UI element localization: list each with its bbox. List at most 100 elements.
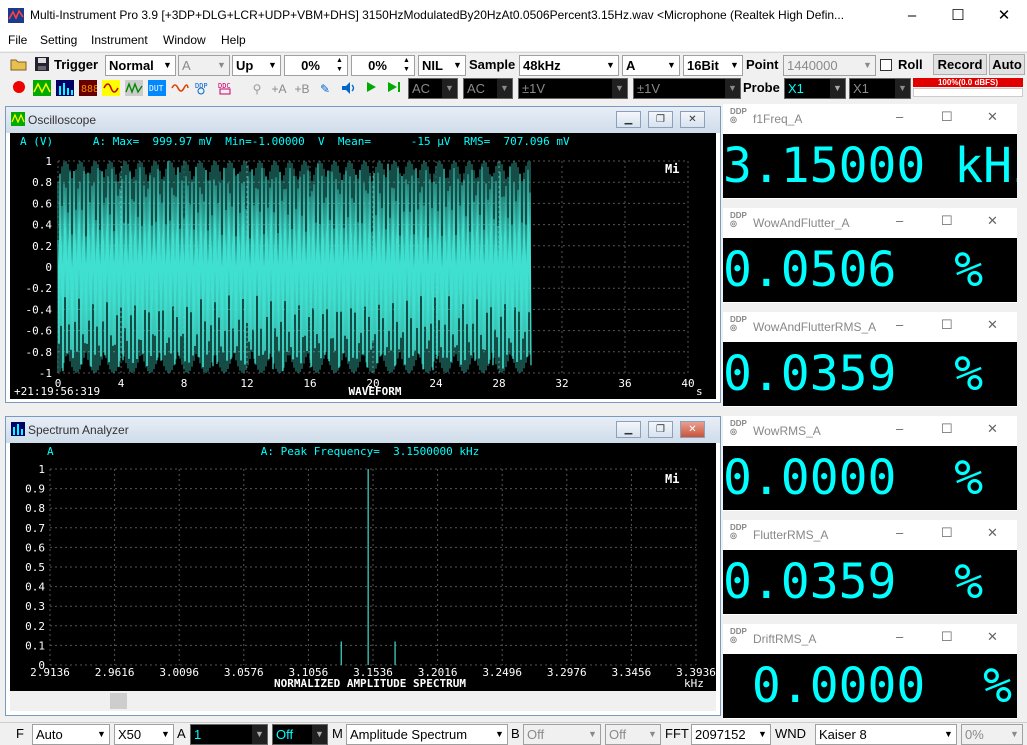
readout-titlebar[interactable]: DDP ◎ WowRMS_A – ☐ ✕	[723, 416, 1017, 446]
minimize-icon[interactable]: –	[896, 109, 903, 124]
x-tick-label: 32	[555, 377, 568, 390]
open-folder-icon[interactable]	[10, 56, 28, 74]
points-select[interactable]: 1440000 ▼	[783, 55, 876, 76]
b-state-select[interactable]: Off ▼	[605, 724, 661, 745]
restore-icon[interactable]: ❐	[648, 421, 673, 438]
ddc-icon[interactable]: DDC	[217, 80, 235, 98]
waveform-icon[interactable]	[171, 80, 189, 98]
oscilloscope-icon[interactable]	[33, 80, 51, 98]
auto-button[interactable]: Auto	[989, 54, 1025, 75]
close-icon[interactable]: ✕	[987, 317, 998, 333]
maximize-button[interactable]: ☐	[935, 0, 981, 31]
maximize-icon[interactable]: ☐	[941, 629, 953, 645]
play-step-icon[interactable]	[385, 80, 403, 98]
minimize-button[interactable]: –	[889, 0, 935, 31]
lock-a-icon[interactable]: +A	[270, 80, 288, 98]
readout-titlebar[interactable]: DDP ◎ f1Freq_A – ☐ ✕	[723, 104, 1017, 134]
window-fn-select[interactable]: Kaiser 8 ▼	[815, 724, 957, 745]
app-icon[interactable]	[8, 8, 24, 23]
trigger-mode-select[interactable]: Normal ▼	[105, 55, 176, 76]
maximize-icon[interactable]: ☐	[941, 421, 953, 437]
bits-select[interactable]: 16Bit ▼	[683, 55, 743, 76]
menu-file[interactable]: File	[8, 33, 27, 47]
menu-window[interactable]: Window	[163, 33, 206, 47]
close-icon[interactable]: ✕	[987, 213, 998, 229]
trigger-edge-select[interactable]: Up ▼	[232, 55, 281, 76]
trigger-delay-stepper[interactable]: 0% ▲ ▼	[351, 55, 415, 76]
play-icon[interactable]	[362, 80, 380, 98]
close-icon[interactable]: ✕	[987, 109, 998, 125]
minimize-icon[interactable]: –	[896, 421, 903, 436]
lock-b-icon[interactable]: +B	[293, 80, 311, 98]
b-value-select[interactable]: Off ▼	[523, 724, 601, 745]
trigger-source-select[interactable]: A ▼	[178, 55, 230, 76]
maximize-icon[interactable]: ☐	[941, 109, 953, 125]
probe-b-select[interactable]: X1 ▼	[849, 78, 911, 99]
close-icon[interactable]: ✕	[987, 525, 998, 541]
minimize-icon[interactable]: –	[896, 525, 903, 540]
restore-icon[interactable]: ❐	[648, 111, 673, 128]
readout-window: DDP ◎ WowRMS_A – ☐ ✕ 0.0000 %	[723, 416, 1017, 511]
freq-mode-select[interactable]: Auto ▼	[32, 724, 110, 745]
scrollbar-thumb[interactable]	[110, 693, 127, 709]
range-b-select[interactable]: ±1V ▼	[633, 78, 741, 99]
y-tick-label: -0.4	[26, 303, 53, 316]
roll-checkbox[interactable]	[880, 59, 892, 71]
fft-size-select[interactable]: 2097152 ▼	[691, 724, 771, 745]
speaker-icon[interactable]	[339, 80, 357, 98]
minimize-icon[interactable]: ▁	[616, 421, 641, 438]
calibrate-icon[interactable]: ✎	[316, 80, 334, 98]
menu-setting[interactable]: Setting	[40, 33, 77, 47]
trigger-level-stepper[interactable]: 0% ▲ ▼	[284, 55, 348, 76]
coupling-b-select[interactable]: AC ▼	[463, 78, 513, 99]
record-button[interactable]: Record	[933, 54, 987, 75]
range-a-select[interactable]: ±1V ▼	[518, 78, 628, 99]
dut-icon[interactable]: DUT	[148, 80, 166, 98]
maximize-icon[interactable]: ☐	[941, 317, 953, 333]
analysis-select[interactable]: Amplitude Spectrum ▼	[346, 724, 508, 745]
menu-help[interactable]: Help	[221, 33, 246, 47]
maximize-icon[interactable]: ☐	[941, 213, 953, 229]
coupling-a-select[interactable]: AC ▼	[408, 78, 458, 99]
stepper-icon[interactable]: ▲ ▼	[399, 56, 414, 75]
readout-titlebar[interactable]: DDP ◎ WowAndFlutterRMS_A – ☐ ✕	[723, 312, 1017, 342]
menu-instrument[interactable]: Instrument	[91, 33, 148, 47]
minimize-icon[interactable]: –	[896, 629, 903, 644]
close-button[interactable]: ✕	[981, 0, 1027, 31]
generator-icon[interactable]	[102, 80, 120, 98]
probe-a-select[interactable]: X1 ▼	[784, 78, 846, 99]
stepper-icon[interactable]: ▲ ▼	[332, 56, 347, 75]
spectrum-chart[interactable]: A A: Peak Frequency= 3.1500000 kHz Mi 1 0…	[10, 443, 716, 691]
maximize-icon[interactable]: ☐	[941, 525, 953, 541]
oscilloscope-titlebar[interactable]: Oscilloscope ▁ ❐ ✕	[6, 107, 720, 133]
a-value-select[interactable]: 1 ▼	[190, 724, 268, 745]
spectrum-plot[interactable]: A A: Peak Frequency= 3.1500000 kHz Mi 1 0…	[10, 443, 716, 691]
close-icon[interactable]: ✕	[680, 421, 705, 438]
channel-select[interactable]: A ▼	[622, 55, 680, 76]
minimize-icon[interactable]: ▁	[616, 111, 641, 128]
spectrum-titlebar[interactable]: Spectrum Analyzer ▁ ❐ ✕	[6, 417, 720, 443]
close-icon[interactable]: ✕	[680, 111, 705, 128]
zoom-select[interactable]: X50 ▼	[114, 724, 174, 745]
oscilloscope-plot[interactable]: A (V) A: Max= 999.97 mV Min=-1.00000 V M…	[10, 133, 716, 399]
oscilloscope-chart[interactable]: A (V) A: Max= 999.97 mV Min=-1.00000 V M…	[10, 133, 716, 399]
readout-titlebar[interactable]: DDP ◎ FlutterRMS_A – ☐ ✕	[723, 520, 1017, 550]
probe-icon[interactable]: ⚲	[248, 80, 266, 98]
spectrum-scrollbar[interactable]	[10, 691, 716, 711]
multimeter-icon[interactable]: 888	[79, 80, 99, 98]
overlap-select[interactable]: 0% ▼	[961, 724, 1023, 745]
a-state-select[interactable]: Off ▼	[272, 724, 328, 745]
save-icon[interactable]	[33, 56, 51, 74]
minimize-icon[interactable]: –	[896, 317, 903, 332]
readout-titlebar[interactable]: DDP ◎ WowAndFlutter_A – ☐ ✕	[723, 208, 1017, 238]
close-icon[interactable]: ✕	[987, 629, 998, 645]
close-icon[interactable]: ✕	[987, 421, 998, 437]
dso-icon[interactable]	[125, 80, 143, 98]
minimize-icon[interactable]: –	[896, 213, 903, 228]
record-icon[interactable]	[10, 80, 28, 98]
sample-rate-select[interactable]: 48kHz ▼	[519, 55, 619, 76]
ddp-icon[interactable]: DDP	[194, 80, 212, 98]
trigger-nil-select[interactable]: NIL ▼	[418, 55, 466, 76]
readout-titlebar[interactable]: DDP ◎ DriftRMS_A – ☐ ✕	[723, 624, 1017, 654]
spectrum-icon[interactable]	[56, 80, 74, 98]
